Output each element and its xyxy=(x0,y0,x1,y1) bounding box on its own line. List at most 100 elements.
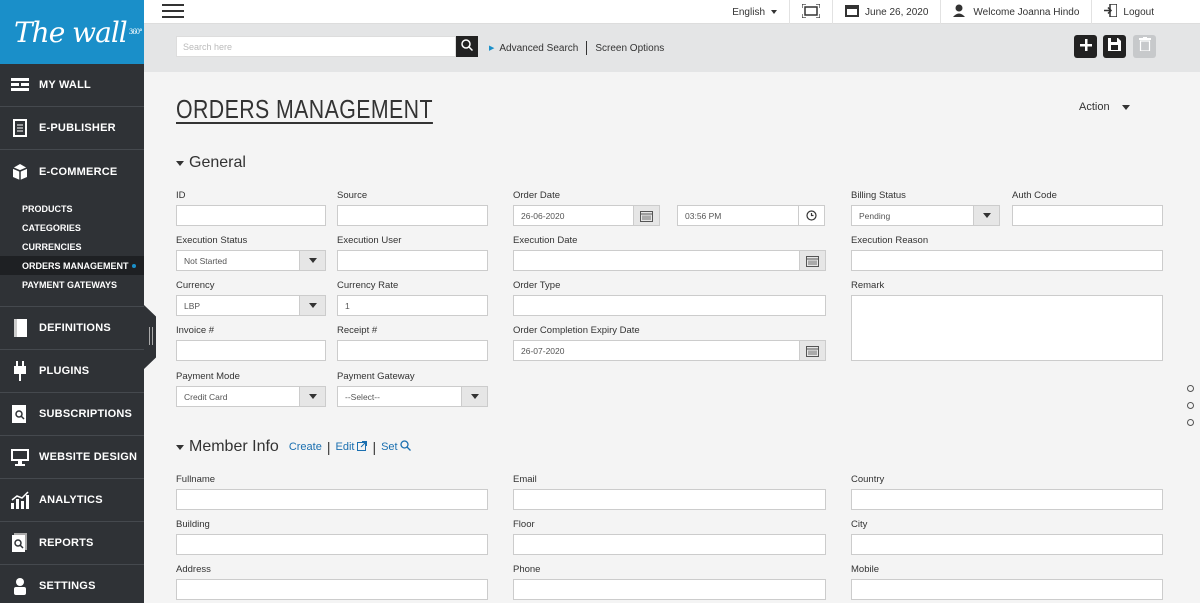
execution-reason-field-group: Execution Reason xyxy=(851,235,1163,271)
order-time-input[interactable]: 03:56 PM xyxy=(677,205,825,226)
execution-status-label: Execution Status xyxy=(176,235,248,246)
action-dropdown[interactable]: Action xyxy=(1079,101,1130,113)
plugin-icon xyxy=(10,361,30,381)
fullname-input[interactable] xyxy=(176,489,488,510)
mobile-field-group: Mobile xyxy=(851,564,1163,600)
building-input[interactable] xyxy=(176,534,488,555)
sidebar-item-settings[interactable]: Settings xyxy=(0,565,144,603)
publisher-icon xyxy=(10,118,30,138)
separator: | xyxy=(326,439,331,455)
execution-status-select[interactable]: Not Started xyxy=(176,250,326,271)
calendar-icon[interactable] xyxy=(799,341,825,360)
order-date-input[interactable]: 26-06-2020 xyxy=(513,205,660,226)
section-dot[interactable] xyxy=(1187,402,1194,409)
sidebar-item-e-publisher[interactable]: E-Publisher xyxy=(0,107,144,150)
sidebar-item-e-commerce[interactable]: E-Commerce xyxy=(0,150,144,193)
execution-reason-input[interactable] xyxy=(851,250,1163,271)
section-member-header[interactable]: Member Info Create | Edit | Set xyxy=(176,438,411,456)
payment-gateway-field-group: Payment Gateway --Select-- xyxy=(337,371,488,407)
dropdown-arrow-icon xyxy=(299,251,325,270)
save-button[interactable] xyxy=(1103,35,1126,58)
sidebar-sub-payment-gateways[interactable]: Payment Gateways xyxy=(0,275,144,294)
member-set-link[interactable]: Set xyxy=(381,440,411,454)
screen-options-link[interactable]: Screen Options xyxy=(595,43,664,54)
language-select[interactable]: English xyxy=(720,0,789,24)
execution-status-value: Not Started xyxy=(184,256,227,266)
sidebar-item-subscriptions[interactable]: Subscriptions xyxy=(0,393,144,436)
billing-status-select[interactable]: Pending xyxy=(851,205,1000,226)
execution-user-input[interactable] xyxy=(337,250,488,271)
sidebar-sub-categories[interactable]: Categories xyxy=(0,218,144,237)
brand-name: The wall xyxy=(14,15,128,49)
sidebar-item-reports[interactable]: Reports xyxy=(0,522,144,565)
clock-icon[interactable] xyxy=(798,206,824,225)
advanced-search-link[interactable]: Advanced Search xyxy=(499,43,578,54)
sidebar-item-definitions[interactable]: Definitions xyxy=(0,307,144,350)
section-general-header[interactable]: General xyxy=(176,154,246,172)
address-input[interactable] xyxy=(176,579,488,600)
user-menu[interactable]: Welcome Joanna Hindo xyxy=(940,0,1091,24)
order-type-input[interactable] xyxy=(513,295,826,316)
sidebar-item-website-design[interactable]: Website Design xyxy=(0,436,144,479)
mobile-input[interactable] xyxy=(851,579,1163,600)
source-input[interactable] xyxy=(337,205,488,226)
city-label: City xyxy=(851,519,868,530)
order-date-value: 26-06-2020 xyxy=(521,211,565,221)
hamburger-menu-icon[interactable] xyxy=(162,4,184,20)
receipt-label: Receipt # xyxy=(337,325,378,336)
remark-textarea[interactable] xyxy=(851,295,1163,361)
trash-icon xyxy=(1138,37,1151,56)
separator: | xyxy=(372,439,377,455)
id-input[interactable] xyxy=(176,205,326,226)
payment-mode-select[interactable]: Credit Card xyxy=(176,386,326,407)
sidebar-sub-currencies[interactable]: Currencies xyxy=(0,237,144,256)
sidebar-item-plugins[interactable]: Plugins xyxy=(0,350,144,393)
page-title: Orders Management xyxy=(176,94,433,124)
remark-field-group: Remark xyxy=(851,280,1163,361)
fullscreen-button[interactable] xyxy=(789,0,832,24)
sidebar-sub-orders-management[interactable]: Orders Management xyxy=(0,256,144,275)
dropdown-arrow-icon xyxy=(461,387,487,406)
currency-select[interactable]: LBP xyxy=(176,295,326,316)
floor-input[interactable] xyxy=(513,534,826,555)
id-field-group: ID xyxy=(176,190,326,226)
sidebar-item-label: Website Design xyxy=(39,451,138,463)
search-icon xyxy=(399,440,411,454)
date-display: June 26, 2020 xyxy=(832,0,940,24)
sidebar-item-analytics[interactable]: Analytics xyxy=(0,479,144,522)
calendar-icon[interactable] xyxy=(633,206,659,225)
member-create-link[interactable]: Create xyxy=(289,441,322,453)
email-field-group: Email xyxy=(513,474,826,510)
invoice-input[interactable] xyxy=(176,340,326,361)
sidebar-sub-products[interactable]: Products xyxy=(0,199,144,218)
country-input[interactable] xyxy=(851,489,1163,510)
calendar-icon[interactable] xyxy=(799,251,825,270)
currency-rate-input[interactable]: 1 xyxy=(337,295,488,316)
receipt-input[interactable] xyxy=(337,340,488,361)
delete-button[interactable] xyxy=(1133,35,1156,58)
search-button[interactable] xyxy=(456,36,478,57)
invoice-label: Invoice # xyxy=(176,325,215,336)
member-edit-link[interactable]: Edit xyxy=(335,440,368,454)
add-button[interactable] xyxy=(1074,35,1097,58)
city-input[interactable] xyxy=(851,534,1163,555)
currency-rate-field-group: Currency Rate 1 xyxy=(337,280,488,316)
email-input[interactable] xyxy=(513,489,826,510)
sidebar-item-label: Definitions xyxy=(39,322,111,334)
section-dot[interactable] xyxy=(1187,385,1194,392)
floppy-disk-icon xyxy=(1108,37,1121,56)
section-dot[interactable] xyxy=(1187,419,1194,426)
toolbar: Search here ▶ Advanced Search Screen Opt… xyxy=(144,24,1200,72)
logout-button[interactable]: Logout xyxy=(1091,0,1200,24)
execution-date-input[interactable] xyxy=(513,250,826,271)
payment-gateway-value: --Select-- xyxy=(345,392,380,402)
search-input[interactable]: Search here xyxy=(176,36,456,57)
auth-code-input[interactable] xyxy=(1012,205,1163,226)
chevron-down-icon xyxy=(771,10,778,14)
receipt-field-group: Receipt # xyxy=(337,325,488,361)
phone-input[interactable] xyxy=(513,579,826,600)
brand-logo[interactable]: The wall 360° xyxy=(0,0,144,64)
sidebar-item-my-wall[interactable]: My Wall xyxy=(0,64,144,107)
payment-gateway-select[interactable]: --Select-- xyxy=(337,386,488,407)
completion-expiry-input[interactable]: 26-07-2020 xyxy=(513,340,826,361)
